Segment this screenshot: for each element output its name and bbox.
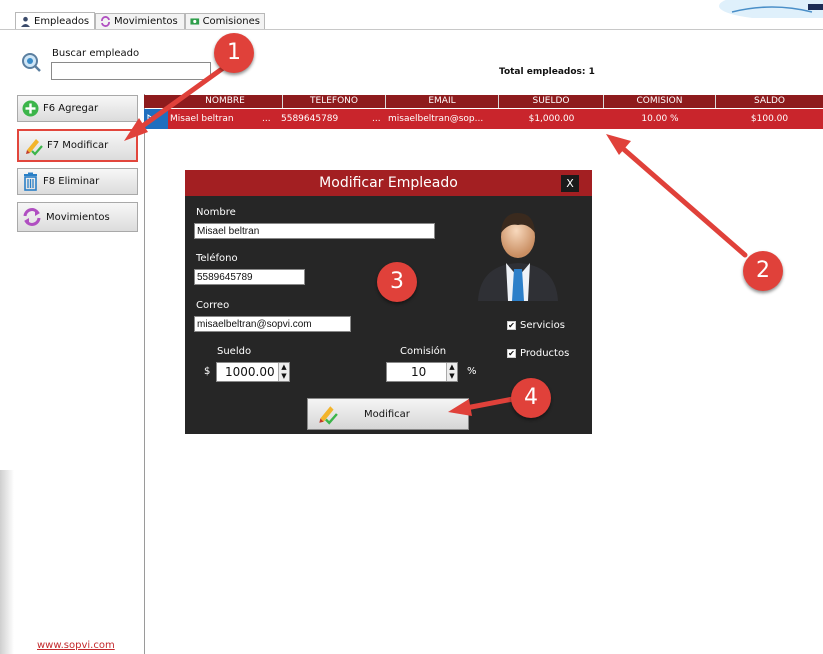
row-pointer-icon xyxy=(147,114,155,124)
modificar-submit-button[interactable]: Modificar xyxy=(307,398,469,430)
tab-movimientos[interactable]: Movimientos xyxy=(95,13,185,29)
brand-logo xyxy=(719,0,823,18)
cell-nombre-ellipsis[interactable]: ... xyxy=(262,109,278,129)
pencil-check-icon xyxy=(319,406,338,425)
row-selector-cursor[interactable] xyxy=(144,109,168,129)
close-button[interactable]: X xyxy=(561,175,579,192)
column-header[interactable]: COMISION xyxy=(604,95,716,108)
pencil-check-icon xyxy=(26,138,43,156)
total-count: Total empleados: 1 xyxy=(499,67,595,77)
tab-comisiones[interactable]: Comisiones xyxy=(185,13,265,29)
row-selector-header xyxy=(144,95,168,108)
sueldo-stepper[interactable]: 1000.00 ▲ ▼ xyxy=(216,362,290,382)
search-label: Buscar empleado xyxy=(52,48,140,59)
comision-value: 10 xyxy=(411,365,427,379)
column-header[interactable]: EMAIL xyxy=(386,95,499,108)
dialog-title: Modificar Empleado xyxy=(185,170,592,196)
servicios-checkbox[interactable]: ✔ Servicios xyxy=(507,320,565,331)
annotation-badge-2: 2 xyxy=(743,251,783,291)
modify-button[interactable]: F7 Modificar xyxy=(17,129,138,162)
percent-symbol: % xyxy=(467,366,477,377)
table-header: NOMBRE TELEFONO EMAIL SUELDO COMISION SA… xyxy=(144,95,823,108)
spin-arrows-icon[interactable]: ▲ ▼ xyxy=(278,363,289,381)
telefono-label: Teléfono xyxy=(196,253,238,264)
checkmark-icon: ✔ xyxy=(507,349,516,358)
cell-saldo: $100.00 xyxy=(750,114,789,124)
website-link[interactable]: www.sopvi.com xyxy=(37,640,115,651)
sueldo-value: 1000.00 xyxy=(225,365,275,379)
user-icon xyxy=(21,16,30,27)
correo-label: Correo xyxy=(196,300,230,311)
add-button[interactable]: F6 Agregar xyxy=(17,95,138,122)
refresh-icon xyxy=(101,16,110,27)
search-icon xyxy=(22,53,41,72)
money-icon xyxy=(190,18,200,25)
tab-empleados[interactable]: Empleados xyxy=(15,12,95,29)
telefono-input[interactable] xyxy=(194,269,305,285)
button-label: F6 Agregar xyxy=(43,103,99,114)
productos-checkbox[interactable]: ✔ Productos xyxy=(507,348,569,359)
button-label: F8 Eliminar xyxy=(43,176,100,187)
column-header[interactable]: TELEFONO xyxy=(283,95,386,108)
column-header[interactable]: SUELDO xyxy=(499,95,604,108)
servicios-label: Servicios xyxy=(520,320,565,331)
table-row[interactable]: Misael beltran ... 5589645789 ... misael… xyxy=(144,109,823,129)
comision-label: Comisión xyxy=(400,346,447,357)
tab-label: Movimientos xyxy=(114,16,178,27)
sueldo-label: Sueldo xyxy=(217,346,252,357)
tab-divider xyxy=(0,29,823,30)
annotation-badge-3: 3 xyxy=(377,262,417,302)
delete-button[interactable]: F8 Eliminar xyxy=(17,168,138,195)
trash-icon xyxy=(24,172,37,191)
currency-symbol: $ xyxy=(204,366,211,377)
productos-label: Productos xyxy=(520,348,570,359)
nombre-label: Nombre xyxy=(196,207,236,218)
column-header[interactable]: SALDO xyxy=(716,95,823,108)
column-header[interactable]: NOMBRE xyxy=(168,95,283,108)
checkmark-icon: ✔ xyxy=(507,321,516,330)
cell-telefono-ellipsis[interactable]: ... xyxy=(372,109,386,129)
button-label: F7 Modificar xyxy=(47,140,109,151)
tab-label: Comisiones xyxy=(202,16,260,27)
cell-email: misaelbeltran@sop... xyxy=(388,114,484,124)
cell-telefono: 5589645789 xyxy=(281,114,339,124)
comision-stepper[interactable]: 10 ▲ ▼ xyxy=(386,362,458,382)
nombre-input[interactable] xyxy=(194,223,435,239)
employee-avatar-icon xyxy=(478,213,558,301)
annotation-badge-1: 1 xyxy=(214,33,254,73)
submit-label: Modificar xyxy=(364,408,410,420)
correo-input[interactable] xyxy=(194,316,351,332)
refresh-icon xyxy=(23,208,41,226)
search-input[interactable] xyxy=(51,62,211,80)
annotation-badge-4: 4 xyxy=(511,378,551,418)
spin-arrows-icon[interactable]: ▲ ▼ xyxy=(446,363,457,381)
cell-sueldo: $1,000.00 xyxy=(528,114,575,124)
tab-label: Empleados xyxy=(34,15,90,27)
cell-comision: 10.00 % xyxy=(641,114,679,124)
movements-button[interactable]: Movimientos xyxy=(17,202,138,232)
cell-nombre: Misael beltran xyxy=(170,114,234,124)
add-icon xyxy=(22,100,39,117)
button-label: Movimientos xyxy=(46,211,110,223)
edge-shadow xyxy=(0,470,14,654)
